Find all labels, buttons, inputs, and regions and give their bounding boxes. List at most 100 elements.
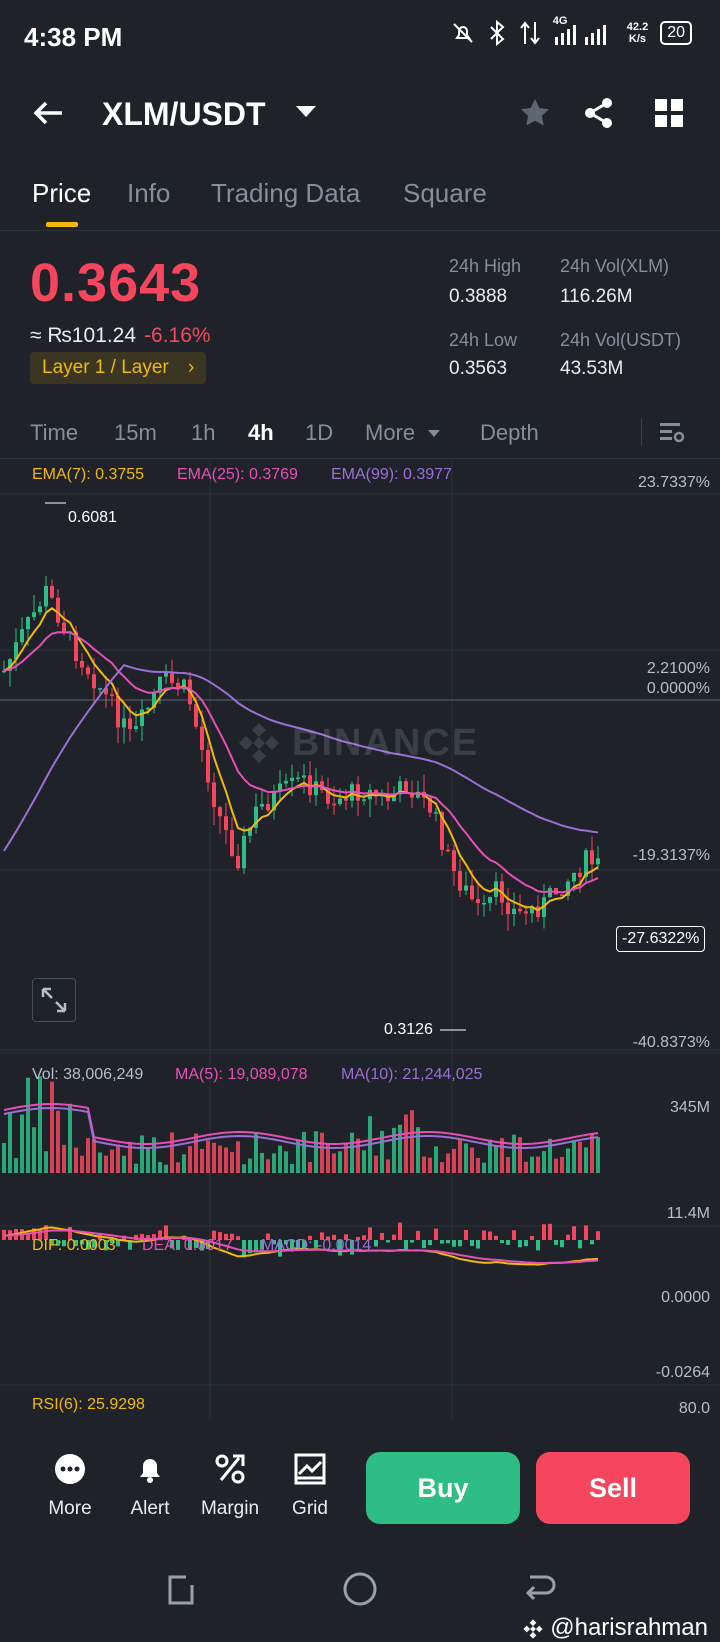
candle-body xyxy=(140,709,144,727)
tab-price[interactable]: Price xyxy=(32,178,91,209)
volume-bar xyxy=(236,1141,240,1173)
star-icon[interactable] xyxy=(518,96,552,130)
chevron-down-icon[interactable] xyxy=(296,106,316,117)
volume-bar xyxy=(206,1140,210,1173)
candle-body xyxy=(122,718,126,728)
share-icon[interactable] xyxy=(582,96,616,130)
volume-bar xyxy=(530,1156,534,1173)
grid-bot-icon xyxy=(294,1453,326,1485)
candle-body xyxy=(98,688,102,690)
volume-bar xyxy=(194,1133,198,1173)
candle-body xyxy=(344,798,348,801)
status-bar: 4:38 PM 4G 42.2 K/s 20 xyxy=(0,0,720,70)
axis-top-label: 23.7337% xyxy=(637,474,710,491)
tab-info[interactable]: Info xyxy=(127,178,170,209)
grid-menu-icon[interactable] xyxy=(652,96,686,130)
interval-time[interactable]: Time xyxy=(30,420,78,446)
candle-body xyxy=(302,775,306,778)
macd-histogram-bar xyxy=(584,1225,588,1240)
battery-icon: 20 xyxy=(660,21,692,45)
recents-icon[interactable] xyxy=(164,1573,198,1607)
macd-histogram-bar xyxy=(380,1232,384,1240)
sell-button[interactable]: Sell xyxy=(536,1452,690,1524)
candle-body xyxy=(362,799,366,801)
tab-bar: Price Info Trading Data Square xyxy=(0,170,720,231)
net-speed: 42.2 K/s xyxy=(627,21,648,45)
volume-bar xyxy=(422,1156,426,1173)
candle-body xyxy=(590,850,594,865)
ema99-legend: EMA(99): 0.3977 xyxy=(331,466,452,483)
net-speed-value: 42.2 xyxy=(626,21,649,33)
more-caret-icon[interactable] xyxy=(428,430,440,437)
macd-histogram-bar xyxy=(446,1240,450,1244)
volume-bar xyxy=(272,1153,276,1173)
volume-bar xyxy=(518,1137,522,1173)
min-price-label: 0.3126 xyxy=(384,1021,433,1038)
volume-bar xyxy=(284,1151,288,1173)
volume-bar xyxy=(302,1131,306,1173)
buy-button[interactable]: Buy xyxy=(366,1452,520,1524)
tab-trading-data[interactable]: Trading Data xyxy=(211,178,360,209)
volume-bar xyxy=(242,1164,246,1173)
home-circle-icon[interactable] xyxy=(342,1571,378,1607)
grid-button[interactable]: Grid xyxy=(270,1452,350,1520)
volume-bar xyxy=(404,1114,408,1173)
volume-bar xyxy=(80,1155,84,1173)
interval-4h[interactable]: 4h xyxy=(248,420,274,446)
candle-body xyxy=(518,908,522,912)
chevron-right-icon: › xyxy=(188,357,195,378)
candle-body xyxy=(524,911,528,914)
candle-body xyxy=(290,777,294,781)
candle-body xyxy=(26,617,30,630)
volume-bar xyxy=(566,1148,570,1173)
macd-histogram-bar xyxy=(422,1240,426,1249)
volume-bar xyxy=(74,1147,78,1173)
back-nav-icon[interactable] xyxy=(522,1571,558,1607)
expand-icon xyxy=(41,987,67,1013)
candle-body xyxy=(332,803,336,806)
volume-bar xyxy=(434,1146,438,1173)
macd-histogram-bar xyxy=(548,1223,552,1240)
candle-body xyxy=(242,835,246,869)
interval-depth[interactable]: Depth xyxy=(480,420,539,446)
tab-square[interactable]: Square xyxy=(403,178,487,209)
interval-1d[interactable]: 1D xyxy=(305,420,333,446)
candle-body xyxy=(458,871,462,891)
volume-bar xyxy=(482,1162,486,1173)
more-button[interactable]: More xyxy=(30,1452,110,1520)
candle-body xyxy=(260,803,264,807)
back-arrow-icon[interactable] xyxy=(32,96,66,130)
candle-body xyxy=(212,782,216,808)
last-price: 0.3643 xyxy=(30,253,202,313)
category-tag[interactable]: Layer 1 / Layer › xyxy=(30,352,207,384)
fullscreen-button[interactable] xyxy=(32,978,76,1022)
author-handle: @harisrahman xyxy=(550,1614,708,1641)
interval-more[interactable]: More xyxy=(365,420,415,446)
chart-settings-icon[interactable] xyxy=(658,418,686,446)
margin-button[interactable]: Margin xyxy=(190,1452,270,1520)
candle-body xyxy=(32,612,36,618)
volume-bar xyxy=(134,1163,138,1173)
volume-bar xyxy=(416,1127,420,1173)
candle-body xyxy=(218,807,222,817)
volume-bar xyxy=(20,1114,24,1173)
macd-histogram-bar xyxy=(416,1230,420,1240)
macd-top-label: 0.0000 xyxy=(661,1289,710,1306)
candle-body xyxy=(596,858,600,865)
alert-button[interactable]: Alert xyxy=(110,1452,190,1520)
volume-bar xyxy=(38,1076,42,1173)
candle-body xyxy=(92,674,96,689)
price-change: -6.16% xyxy=(144,324,211,347)
interval-15m[interactable]: 15m xyxy=(114,420,157,446)
interval-1h[interactable]: 1h xyxy=(191,420,215,446)
candle-body xyxy=(80,661,84,668)
macd-histogram-bar xyxy=(578,1240,582,1249)
kline-chart[interactable] xyxy=(0,460,720,1430)
mute-bell-icon xyxy=(453,23,473,43)
pair-title[interactable]: XLM/USDT xyxy=(102,96,266,133)
volume-bar xyxy=(356,1138,360,1173)
bell-icon xyxy=(140,1459,160,1483)
vol-xlm-label: 24h Vol(XLM) xyxy=(560,256,670,276)
volume-bar xyxy=(584,1147,588,1173)
status-time: 4:38 PM xyxy=(24,22,123,52)
